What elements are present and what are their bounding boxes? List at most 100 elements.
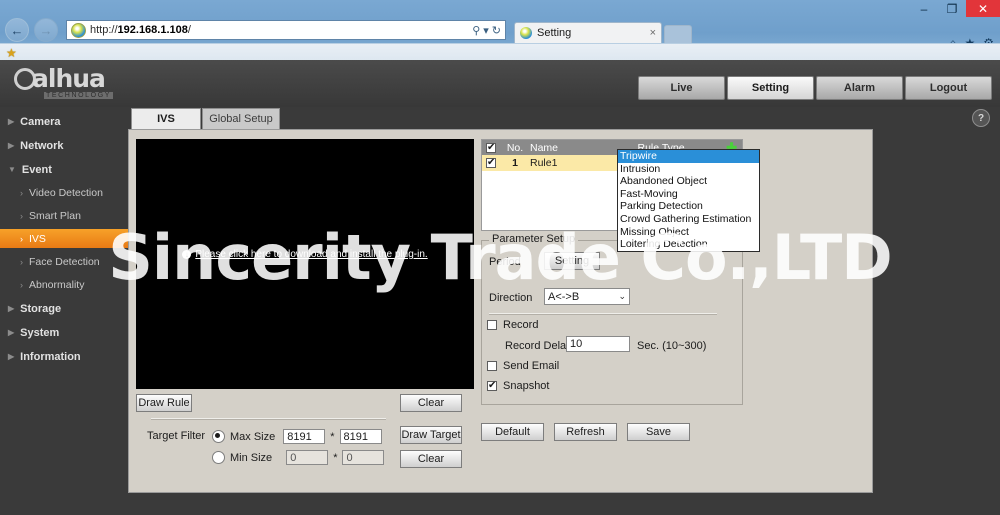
forward-icon[interactable]: → (34, 18, 58, 42)
snapshot-checkbox-row[interactable]: Snapshot (487, 380, 549, 392)
sidebar-item-label: Smart Plan (29, 209, 81, 222)
dropdown-option-abandoned-object[interactable]: Abandoned Object (618, 175, 759, 188)
sidebar-item-system[interactable]: ▶ System (0, 323, 128, 342)
select-all-checkbox[interactable] (486, 142, 496, 154)
app-header: alhua TECHNOLOGY Live Setting Alarm Logo… (0, 60, 1000, 107)
sidebar-item-camera[interactable]: ▶ Camera (0, 112, 128, 131)
record-delay-unit: Sec. (10~300) (637, 340, 707, 352)
chevron-down-icon[interactable]: ▾ (483, 24, 489, 37)
row-checkbox[interactable] (486, 157, 496, 169)
logo-subtext: TECHNOLOGY (44, 92, 114, 99)
sidebar-item-smart-plan[interactable]: › Smart Plan (0, 206, 128, 225)
sidebar-item-label: Face Detection (29, 255, 100, 268)
record-delay-input[interactable]: 10 (566, 336, 630, 352)
content-tabs: IVS Global Setup ? (128, 107, 1000, 130)
sidebar-item-face-detection[interactable]: › Face Detection (0, 252, 128, 271)
send-email-checkbox-row[interactable]: Send Email (487, 360, 559, 372)
draw-rule-button[interactable]: Draw Rule (136, 394, 192, 412)
min-size-row[interactable]: Min Size 0 * 0 (212, 450, 385, 465)
sidebar-item-network[interactable]: ▶ Network (0, 136, 128, 155)
max-size-row[interactable]: Max Size 8191 * 8191 (212, 429, 382, 444)
search-icon[interactable]: ⚲ (472, 24, 480, 37)
dropdown-option-loitering-detection[interactable]: Loitering Detection (618, 238, 759, 251)
tab-global-setup[interactable]: Global Setup (202, 108, 280, 129)
sidebar-item-information[interactable]: ▶ Information (0, 347, 128, 366)
chevron-right-icon: › (20, 279, 23, 290)
nav-alarm[interactable]: Alarm (816, 76, 903, 100)
record-label: Record (503, 319, 539, 331)
dropdown-option-intrusion[interactable]: Intrusion (618, 163, 759, 176)
dropdown-option-crowd-gathering-estimation[interactable]: Crowd Gathering Estimation (618, 213, 759, 226)
chevron-right-icon: › (20, 187, 23, 198)
content-area: IVS Global Setup ? ↓ Please click here to… (128, 107, 1000, 515)
refresh-icon[interactable]: ↻ (492, 24, 501, 37)
default-button[interactable]: Default (481, 423, 544, 441)
record-checkbox-row[interactable]: Record (487, 319, 538, 331)
close-button[interactable]: ✕ (966, 0, 1000, 17)
row-name[interactable]: Rule1 (530, 157, 596, 169)
max-size-height-input[interactable]: 8191 (339, 429, 382, 444)
refresh-button[interactable]: Refresh (554, 423, 617, 441)
plugin-install-message[interactable]: ↓ Please click here to download and insta… (136, 249, 474, 260)
browser-tab-setting[interactable]: Setting × (514, 22, 662, 43)
column-name: Name (530, 141, 559, 154)
sidebar-item-label: Event (21, 163, 52, 176)
address-bar-actions: ⚲ ▾ ↻ (472, 24, 501, 37)
min-size-width-input[interactable]: 0 (286, 450, 329, 465)
browser-chrome: – ❐ ✕ ← → http://192.168.1.108/ ⚲ ▾ ↻ Se… (0, 0, 1000, 61)
sidebar-item-event[interactable]: ▼ Event (0, 160, 128, 179)
tab-favicon-icon (520, 27, 532, 39)
favorites-bar-star-icon[interactable]: ★ (6, 46, 17, 60)
save-button[interactable]: Save (627, 423, 690, 441)
minimize-button[interactable]: – (910, 0, 938, 17)
record-checkbox[interactable] (487, 320, 497, 330)
direction-select[interactable]: A<->B ⌄ (544, 288, 630, 305)
video-preview[interactable]: ↓ Please click here to download and insta… (136, 139, 474, 389)
dropdown-option-missing-object[interactable]: Missing Object (618, 226, 759, 239)
nav-logout[interactable]: Logout (905, 76, 992, 100)
tab-ivs[interactable]: IVS (131, 108, 201, 129)
ie-logo-icon (71, 22, 86, 38)
rule-type-dropdown-list[interactable]: Tripwire Intrusion Abandoned Object Fast… (617, 149, 760, 252)
column-no: No. (506, 141, 524, 154)
chevron-right-icon: ▶ (8, 117, 15, 126)
clear-target-button[interactable]: Clear (400, 450, 462, 468)
draw-target-button[interactable]: Draw Target (400, 426, 462, 444)
back-icon[interactable]: ← (5, 18, 29, 42)
tab-close-icon[interactable]: × (650, 27, 656, 39)
chevron-right-icon: ▶ (8, 328, 15, 337)
new-tab-button[interactable] (664, 25, 692, 43)
favorites-bar: ★ (0, 43, 1000, 61)
sidebar-item-video-detection[interactable]: › Video Detection (0, 183, 128, 202)
min-size-height-input[interactable]: 0 (342, 450, 385, 465)
sidebar-item-abnormality[interactable]: › Abnormality (0, 275, 128, 294)
nav-setting[interactable]: Setting (727, 76, 814, 100)
nav-live[interactable]: Live (638, 76, 725, 100)
send-email-checkbox[interactable] (487, 361, 497, 371)
sidebar-item-ivs[interactable]: › IVS (0, 229, 128, 248)
max-size-radio[interactable] (212, 430, 225, 443)
max-size-width-input[interactable]: 8191 (283, 429, 326, 444)
sidebar: ▶ Camera ▶ Network ▼ Event › Video Detec… (0, 107, 128, 515)
snapshot-label: Snapshot (503, 380, 550, 392)
snapshot-checkbox[interactable] (487, 380, 497, 392)
sidebar-item-storage[interactable]: ▶ Storage (0, 299, 128, 318)
dropdown-option-parking-detection[interactable]: Parking Detection (618, 200, 759, 213)
target-filter-label: Target Filter (147, 430, 206, 442)
maximize-button[interactable]: ❐ (938, 0, 966, 17)
dropdown-option-tripwire[interactable]: Tripwire (618, 150, 759, 163)
sidebar-item-label: Information (20, 350, 81, 363)
parameter-divider (489, 313, 717, 315)
chevron-right-icon: ▶ (8, 304, 15, 313)
sidebar-item-label: IVS (29, 232, 46, 245)
dropdown-option-fast-moving[interactable]: Fast-Moving (618, 188, 759, 201)
direction-value: A<->B (548, 290, 580, 303)
period-setting-button[interactable]: Setting (544, 252, 600, 270)
clear-rule-button[interactable]: Clear (400, 394, 462, 412)
plugin-link-text[interactable]: Please click here to download and instal… (195, 249, 427, 260)
app-body: ▶ Camera ▶ Network ▼ Event › Video Detec… (0, 107, 1000, 515)
chevron-right-icon: ▶ (8, 141, 15, 150)
min-size-radio[interactable] (212, 451, 225, 464)
help-icon[interactable]: ? (972, 109, 990, 127)
address-bar[interactable]: http://192.168.1.108/ ⚲ ▾ ↻ (66, 20, 506, 40)
